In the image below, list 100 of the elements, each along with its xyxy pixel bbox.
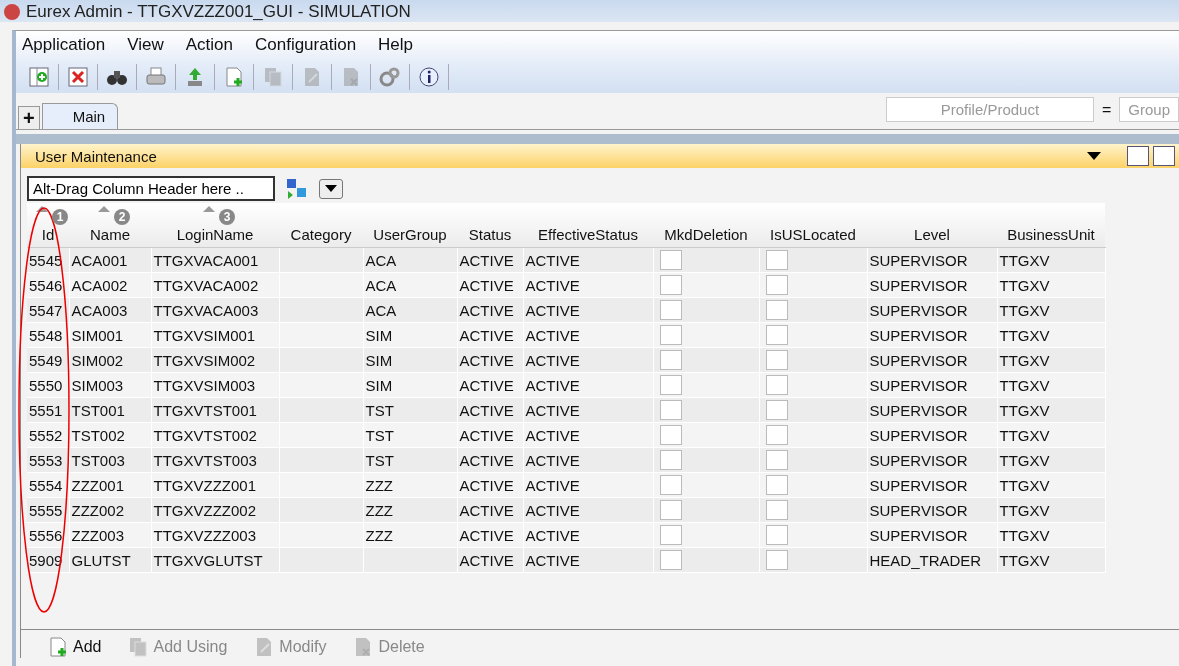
app-icon — [4, 4, 20, 20]
table-cell: 5555 — [29, 501, 63, 519]
column-header[interactable]: Category — [279, 203, 363, 248]
table-cell: TTGXVTST001 — [153, 401, 257, 419]
column-header[interactable]: UserGroup — [363, 203, 457, 248]
column-header[interactable]: 3 LoginName — [151, 203, 279, 248]
checkbox[interactable] — [765, 375, 788, 395]
table-cell: TST001 — [71, 401, 125, 419]
checkbox[interactable] — [765, 400, 788, 420]
table-cell: SIM003 — [71, 376, 124, 394]
checkbox[interactable] — [765, 550, 788, 570]
menu-item[interactable]: View — [127, 35, 164, 61]
column-header[interactable]: EffectiveStatus — [523, 203, 653, 248]
table-cell: ACA — [365, 301, 397, 319]
checkbox[interactable] — [659, 525, 682, 545]
checkbox[interactable] — [659, 350, 682, 370]
checkbox[interactable] — [659, 250, 682, 270]
equals-sign: = — [1101, 100, 1112, 119]
menu-item[interactable]: Configuration — [254, 35, 357, 61]
tab[interactable]: + — [18, 106, 40, 129]
table-cell: TTGXV — [999, 351, 1050, 369]
table-cell: ZZZ — [365, 476, 393, 494]
table-cell: TTGXVACA001 — [153, 251, 259, 269]
column-header[interactable]: Status — [457, 203, 523, 248]
checkbox[interactable] — [765, 350, 788, 370]
checkbox[interactable] — [659, 275, 682, 295]
tab[interactable]: Main — [41, 103, 119, 129]
table-cell: ZZZ — [365, 526, 393, 544]
table-cell: ACTIVE — [525, 551, 580, 569]
table-cell: 5551 — [29, 401, 63, 419]
table-cell: SUPERVISOR — [869, 426, 968, 444]
sort-order-badge: 2 — [114, 209, 130, 225]
dropdown-button[interactable] — [319, 178, 343, 199]
copy-icon — [127, 636, 150, 658]
column-label: EffectiveStatus — [538, 226, 638, 243]
table-cell: SUPERVISOR — [869, 501, 968, 519]
column-header[interactable]: 1 Id — [27, 203, 69, 248]
table-cell: 5546 — [29, 276, 63, 294]
checkbox[interactable] — [765, 250, 788, 270]
table-cell: ACTIVE — [525, 526, 580, 544]
table-cell: ACTIVE — [459, 526, 514, 544]
table-cell: ACTIVE — [459, 551, 514, 569]
table-cell: TTGXVSIM003 — [153, 376, 256, 394]
menu-item[interactable]: Application — [22, 35, 106, 61]
printer-icon — [145, 66, 167, 88]
table-cell: TTGXVGLUTST — [153, 551, 263, 569]
table-cell: GLUTST — [71, 551, 131, 569]
group-by-field[interactable]: Alt-Drag Column Header here .. — [27, 176, 275, 201]
table-cell: 5548 — [29, 326, 63, 344]
table-cell: ACTIVE — [459, 501, 514, 519]
table-cell: TTGXVTST002 — [153, 426, 257, 444]
checkbox[interactable] — [659, 400, 682, 420]
table-cell: TTGXVSIM002 — [153, 351, 256, 369]
checkbox[interactable] — [659, 550, 682, 570]
table-cell: ACTIVE — [459, 301, 514, 319]
checkbox[interactable] — [765, 475, 788, 495]
menu-item[interactable]: Action — [185, 35, 233, 61]
table-cell: ACTIVE — [459, 251, 514, 269]
table-cell: TST003 — [71, 451, 125, 469]
dropdown-icon[interactable] — [1087, 152, 1101, 160]
column-header[interactable]: 2 Name — [69, 203, 151, 248]
table-cell: ACTIVE — [459, 351, 514, 369]
new-window-icon — [28, 66, 50, 88]
checkbox[interactable] — [765, 300, 788, 320]
table-cell: ACTIVE — [525, 426, 580, 444]
checkbox[interactable] — [765, 500, 788, 520]
table-cell: ZZZ003 — [71, 526, 124, 544]
table-cell: 5554 — [29, 476, 63, 494]
table-cell: TTGXVSIM001 — [153, 326, 256, 344]
table-cell: TTGXVACA002 — [153, 276, 259, 294]
table-cell: ACTIVE — [525, 276, 580, 294]
column-label: Name — [90, 226, 130, 243]
checkbox[interactable] — [659, 325, 682, 345]
table-cell: 5552 — [29, 426, 63, 444]
checkbox[interactable] — [765, 450, 788, 470]
column-label: Id — [41, 226, 55, 243]
action-button[interactable]: Add — [47, 636, 102, 658]
column-header[interactable]: IsUSLocated — [759, 203, 867, 248]
checkbox[interactable] — [659, 425, 682, 445]
panel-title: User Maintenance — [35, 147, 158, 165]
table-cell: SUPERVISOR — [869, 326, 968, 344]
checkbox[interactable] — [765, 275, 788, 295]
checkbox[interactable] — [659, 450, 682, 470]
column-header[interactable]: MkdDeletion — [653, 203, 759, 248]
column-header[interactable]: BusinessUnit — [997, 203, 1105, 248]
table-cell: ZZZ002 — [71, 501, 124, 519]
checkbox[interactable] — [659, 500, 682, 520]
table-cell: ACTIVE — [459, 326, 514, 344]
column-label: MkdDeletion — [664, 226, 748, 243]
checkbox[interactable] — [765, 425, 788, 445]
table-cell: SIM — [365, 351, 393, 369]
info-icon — [418, 66, 440, 88]
checkbox[interactable] — [765, 325, 788, 345]
checkbox[interactable] — [659, 375, 682, 395]
checkbox[interactable] — [659, 475, 682, 495]
table-cell: ACTIVE — [525, 301, 580, 319]
checkbox[interactable] — [659, 300, 682, 320]
column-header[interactable]: Level — [867, 203, 997, 248]
checkbox[interactable] — [765, 525, 788, 545]
menu-item[interactable]: Help — [378, 35, 414, 61]
